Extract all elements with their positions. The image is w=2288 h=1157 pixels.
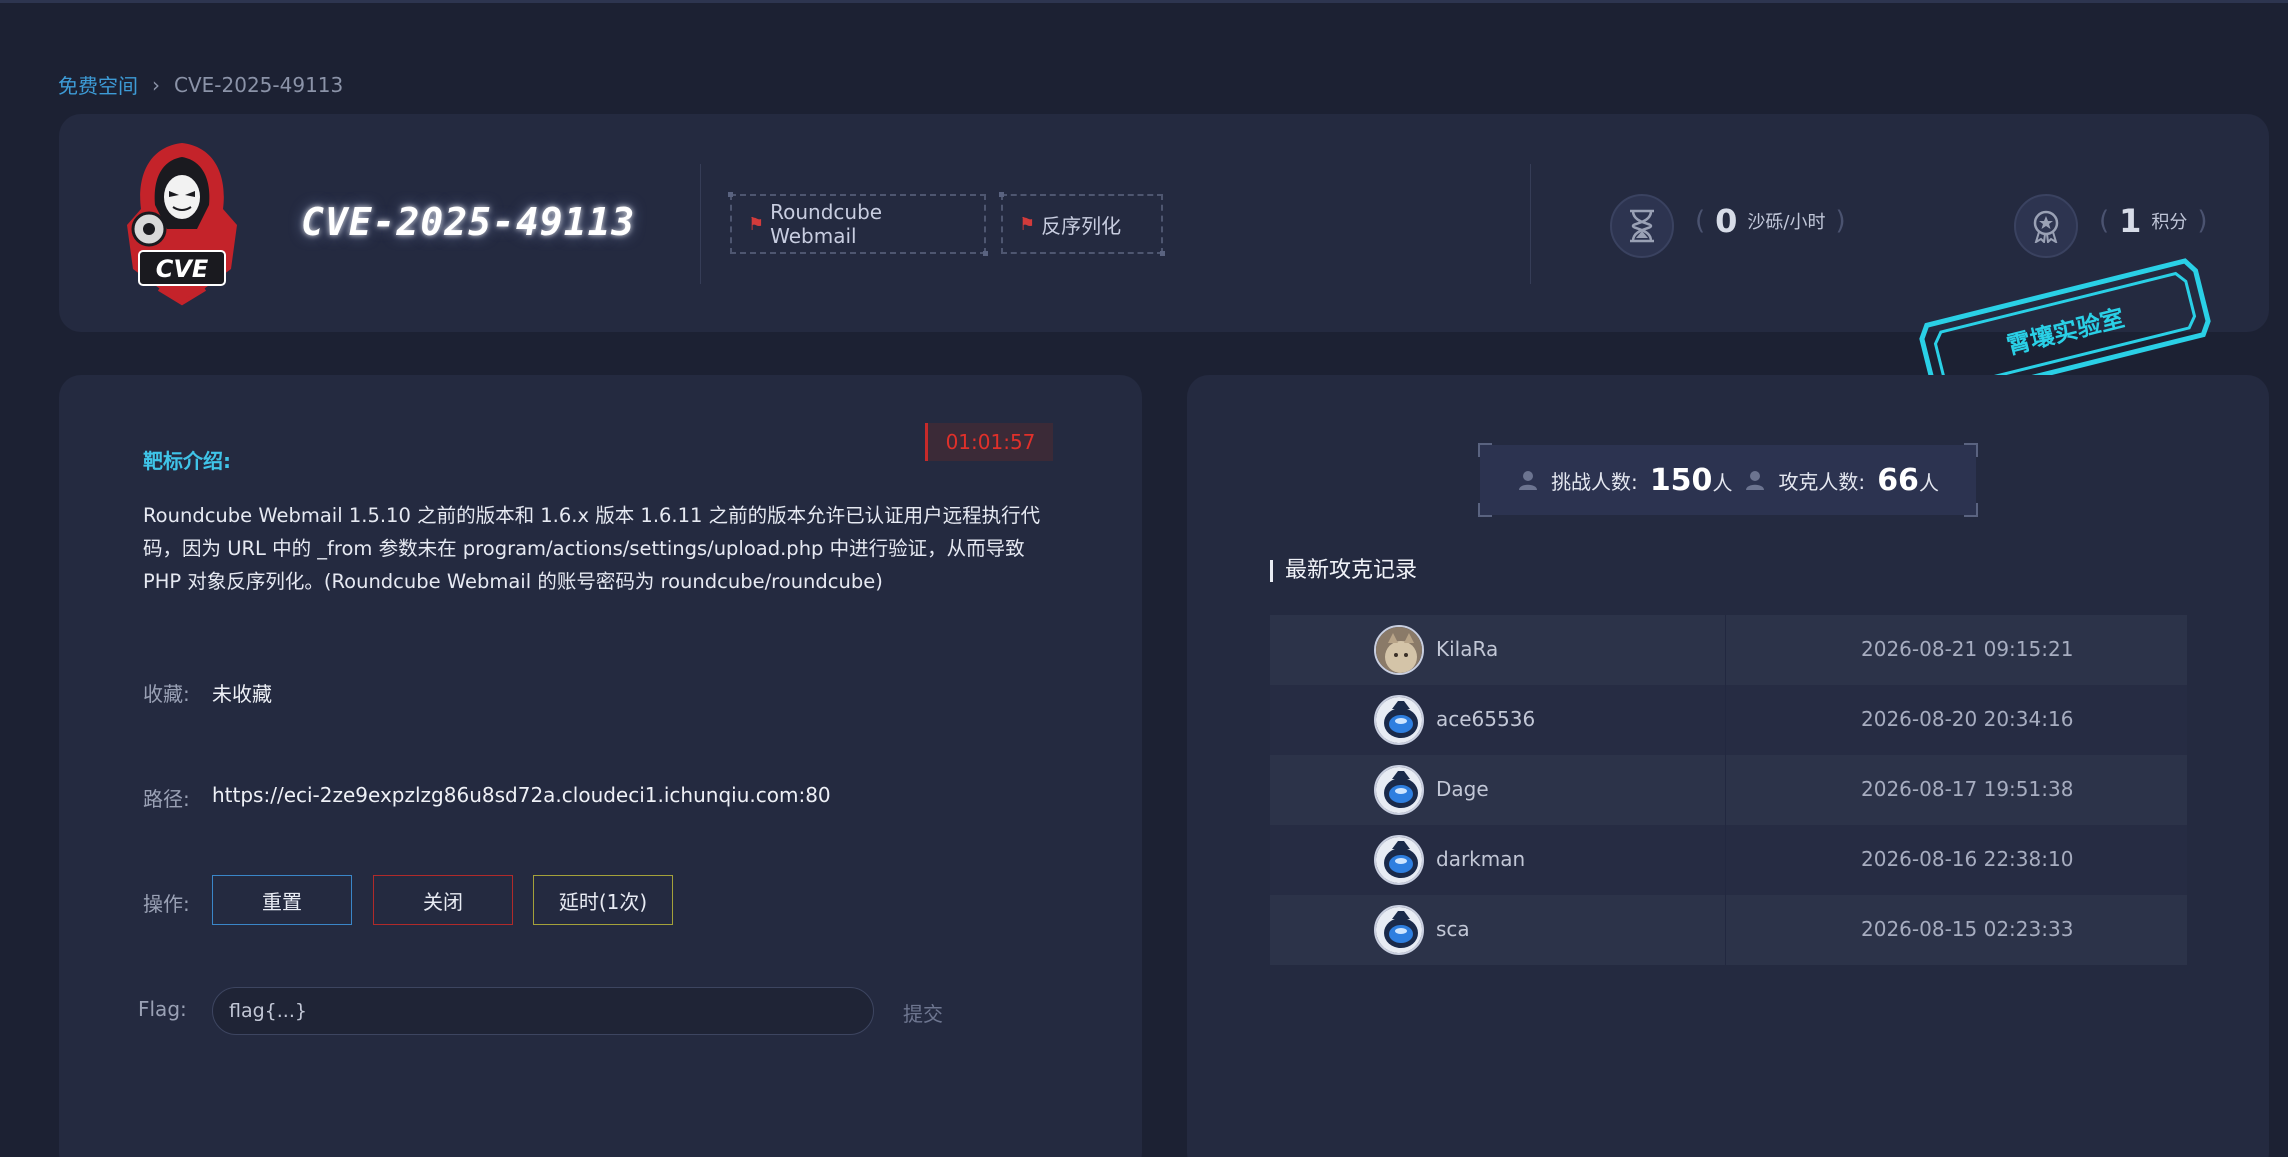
logo-text: CVE xyxy=(156,255,209,283)
challengers-count: 150 xyxy=(1649,462,1713,498)
bookmark-icon: ⚑ xyxy=(748,213,765,235)
submit-button[interactable]: 提交 xyxy=(903,998,943,1027)
solve-time: 2026-08-17 19:51:38 xyxy=(1861,777,2074,801)
solve-time: 2026-08-16 22:38:10 xyxy=(1861,847,2074,871)
path-label: 路径: xyxy=(143,787,190,811)
favorite-label: 收藏: xyxy=(143,682,190,706)
breadcrumb: 免费空间 › CVE-2025-49113 xyxy=(58,70,343,99)
intro-label: 靶标介绍: xyxy=(143,449,231,473)
user-icon xyxy=(1519,471,1538,490)
favorite-toggle[interactable]: 未收藏 xyxy=(212,678,272,707)
solver-name: ace65536 xyxy=(1436,707,1536,731)
solver-name: Dage xyxy=(1436,777,1489,801)
solve-time: 2026-08-15 02:23:33 xyxy=(1861,917,2074,941)
table-row: KilaRa 2026-08-21 09:15:21 xyxy=(1270,615,2187,685)
tag-roundcube[interactable]: ⚑ Roundcube Webmail xyxy=(728,192,988,256)
tag-label: Roundcube Webmail xyxy=(770,200,883,248)
challenge-details-panel: 01:01:57 靶标介绍: Roundcube Webmail 1.5.10 … xyxy=(59,375,1142,1157)
records-table: KilaRa 2026-08-21 09:15:21 ace65536 2026… xyxy=(1270,615,2187,965)
reset-button[interactable]: 重置 xyxy=(212,875,352,925)
challengers-unit: 人 xyxy=(1712,470,1733,495)
tag-deserialization[interactable]: ⚑ 反序列化 xyxy=(999,192,1165,256)
solve-time: 2026-08-21 09:15:21 xyxy=(1861,637,2074,661)
challengers-label: 挑战人数: xyxy=(1551,469,1638,494)
solvers-count: 66 xyxy=(1877,462,1919,498)
solver-name: sca xyxy=(1436,917,1470,941)
user-icon xyxy=(1746,471,1765,490)
points-unit: 积分 xyxy=(2151,212,2188,233)
points-value: 1 xyxy=(2119,202,2142,240)
avatar xyxy=(1374,905,1424,955)
flag-label: Flag: xyxy=(138,997,187,1021)
top-border xyxy=(0,0,2288,3)
extend-button[interactable]: 延时(1次) xyxy=(533,875,673,925)
solver-name: darkman xyxy=(1436,847,1526,871)
sand-value: 0 xyxy=(1715,202,1738,240)
sand-unit: 沙砾/小时 xyxy=(1747,212,1826,233)
avatar xyxy=(1374,835,1424,885)
countdown-timer: 01:01:57 xyxy=(925,423,1053,461)
points: ( 1 积分 ) xyxy=(2099,202,2208,240)
avatar xyxy=(1374,765,1424,815)
instance-url-link[interactable]: https://eci-2ze9expzlzg86u8sd72a.cloudec… xyxy=(212,783,831,807)
chevron-right-icon: › xyxy=(152,72,160,97)
header-divider xyxy=(700,164,701,284)
sand-rate: ( 0 沙砾/小时 ) xyxy=(1695,202,1846,240)
breadcrumb-home-link[interactable]: 免费空间 xyxy=(58,70,138,99)
records-title: 最新攻克记录 xyxy=(1270,560,1417,582)
table-row: Dage 2026-08-17 19:51:38 xyxy=(1270,755,2187,825)
solve-records-panel: 挑战人数: 150人 攻克人数: 66人 最新攻克记录 KilaRa 2026-… xyxy=(1187,375,2269,1157)
breadcrumb-current: CVE-2025-49113 xyxy=(174,72,344,97)
hourglass-icon xyxy=(1610,194,1674,258)
avatar xyxy=(1374,625,1424,675)
header-divider xyxy=(1530,164,1531,284)
page-title: CVE-2025-49113 xyxy=(301,200,636,244)
solvers-unit: 人 xyxy=(1918,470,1939,495)
participant-counter: 挑战人数: 150人 攻克人数: 66人 xyxy=(1478,443,1978,517)
operations-label: 操作: xyxy=(143,892,190,916)
solver-name: KilaRa xyxy=(1436,637,1499,661)
challenge-description: Roundcube Webmail 1.5.10 之前的版本和 1.6.x 版本… xyxy=(143,504,1041,593)
bookmark-icon: ⚑ xyxy=(1019,213,1036,235)
cve-hacker-logo-icon: CVE xyxy=(119,139,245,307)
table-row: ace65536 2026-08-20 20:34:16 xyxy=(1270,685,2187,755)
solve-time: 2026-08-20 20:34:16 xyxy=(1861,707,2074,731)
medal-icon xyxy=(2014,194,2078,258)
challenge-header: CVE CVE-2025-49113 ⚑ Roundcube Webmail ⚑… xyxy=(59,114,2269,332)
table-row: darkman 2026-08-16 22:38:10 xyxy=(1270,825,2187,895)
tag-label: 反序列化 xyxy=(1041,213,1122,238)
solvers-label: 攻克人数: xyxy=(1778,469,1866,494)
avatar xyxy=(1374,695,1424,745)
table-row: sca 2026-08-15 02:23:33 xyxy=(1270,895,2187,965)
close-button[interactable]: 关闭 xyxy=(373,875,513,925)
flag-input[interactable] xyxy=(212,987,874,1035)
